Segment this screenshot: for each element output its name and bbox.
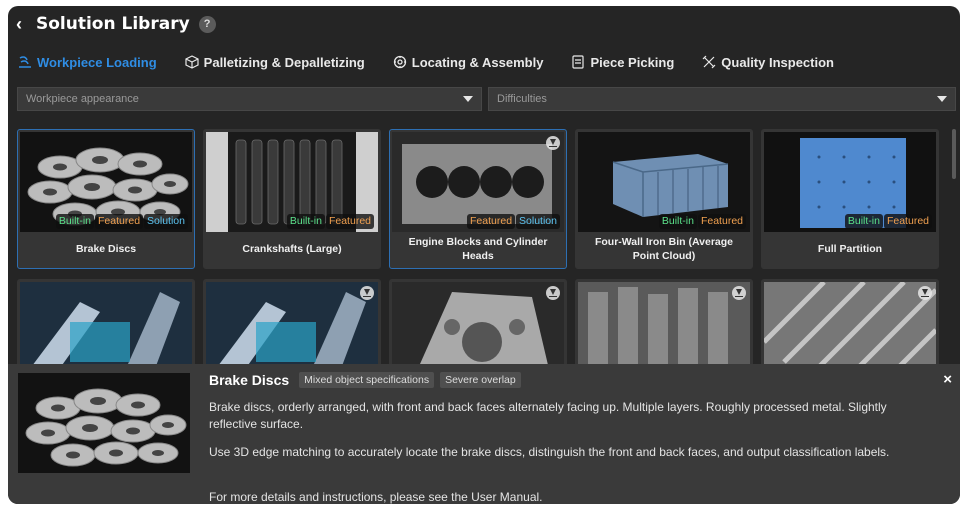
solution-card-brake-discs[interactable]: Built-in Featured Solution Brake Discs (17, 129, 195, 269)
tab-label: Piece Picking (590, 54, 675, 70)
detail-panel: Brake Discs Mixed object specifications … (8, 364, 960, 504)
badge-group: Built-in Featured (844, 214, 932, 229)
solution-badge: Solution (516, 214, 560, 229)
builtin-badge: Built-in (658, 214, 697, 229)
card-image (764, 282, 936, 364)
card-image: Built-in Featured Solution (20, 132, 192, 232)
close-button[interactable]: × (943, 371, 952, 388)
title-bar: ‹ Solution Library ? (8, 6, 960, 42)
solution-library-window: ‹ Solution Library ? Workpiece Loading P… (8, 6, 960, 504)
card-title: Four-Wall Iron Bin (Average Point Cloud) (594, 236, 734, 262)
grid-scrollbar[interactable] (952, 129, 956, 179)
card-image: Built-in Featured (206, 132, 378, 232)
detail-manual-note: For more details and instructions, pleas… (209, 490, 543, 504)
badge-group: Built-in Featured (286, 214, 374, 229)
tab-piece-picking[interactable]: Piece Picking (571, 55, 674, 70)
download-icon[interactable] (732, 286, 746, 300)
solution-card[interactable] (761, 279, 939, 364)
inspect-icon (702, 55, 716, 69)
builtin-badge: Built-in (286, 214, 325, 229)
tab-quality-inspection[interactable]: Quality Inspection (702, 55, 834, 70)
solution-card[interactable] (389, 279, 567, 364)
detail-thumbnail (18, 373, 190, 473)
builtin-badge: Built-in (55, 214, 95, 229)
difficulty-tag: Mixed object specifications (299, 372, 435, 388)
tab-workpiece-loading[interactable]: Workpiece Loading (18, 55, 157, 70)
box-icon (185, 55, 199, 69)
badge-group: Featured Solution (466, 214, 560, 229)
detail-solution-text: Use 3D edge matching to accurately locat… (209, 445, 890, 459)
card-title: Brake Discs (75, 243, 137, 256)
featured-badge: Featured (95, 214, 144, 229)
builtin-badge: Built-in (844, 214, 883, 229)
dropdown-arrow-icon (937, 96, 947, 102)
select-value: Workpiece appearance (26, 93, 139, 105)
detail-header: Brake Discs Mixed object specifications … (209, 372, 527, 388)
detail-description: Brake discs, orderly arranged, with fron… (209, 400, 887, 431)
solution-grid: Built-in Featured Solution Brake Discs B… (17, 129, 947, 364)
solution-card-engine-blocks[interactable]: Featured Solution Engine Blocks and Cyli… (389, 129, 567, 269)
download-icon[interactable] (546, 136, 560, 150)
card-title: Engine Blocks and Cylinder Heads (408, 236, 548, 262)
card-image (578, 282, 750, 364)
download-icon[interactable] (546, 286, 560, 300)
badge-group: Built-in Featured Solution (55, 214, 188, 229)
list-icon (572, 55, 585, 69)
tab-locating-assembly[interactable]: Locating & Assembly (393, 54, 544, 70)
download-icon[interactable] (360, 286, 374, 300)
card-title: Crankshafts (Large) (242, 243, 342, 256)
solution-card-full-partition[interactable]: Built-in Featured Full Partition (761, 129, 939, 269)
tab-label: Quality Inspection (721, 54, 834, 70)
gear-icon (393, 55, 406, 69)
select-value: Difficulties (497, 93, 547, 105)
featured-badge: Featured (883, 214, 932, 229)
solution-card-iron-bin[interactable]: Built-in Featured Four-Wall Iron Bin (Av… (575, 129, 753, 269)
card-image (392, 282, 564, 364)
workpiece-appearance-select[interactable]: Workpiece appearance (17, 87, 482, 111)
filter-bar: Workpiece appearance Difficulties (17, 87, 956, 111)
solution-badge: Solution (144, 214, 188, 229)
tab-label: Workpiece Loading (37, 54, 157, 70)
tab-label: Locating & Assembly (411, 54, 544, 70)
difficulties-select[interactable]: Difficulties (488, 87, 956, 111)
solution-card[interactable] (575, 279, 753, 364)
card-title: Full Partition (817, 243, 883, 256)
featured-badge: Featured (697, 214, 746, 229)
help-icon[interactable]: ? (198, 15, 216, 33)
page-title: Solution Library (36, 14, 190, 34)
solution-card-crankshafts[interactable]: Built-in Featured Crankshafts (Large) (203, 129, 381, 269)
badge-group: Built-in Featured (658, 214, 746, 229)
difficulty-tag: Severe overlap (440, 372, 521, 388)
loading-icon (19, 56, 31, 68)
card-image: Built-in Featured (578, 132, 750, 232)
card-image (206, 282, 378, 364)
dropdown-arrow-icon (463, 96, 473, 102)
tab-label: Palletizing & Depalletizing (203, 54, 365, 70)
download-icon[interactable] (918, 286, 932, 300)
featured-badge: Featured (467, 214, 516, 229)
solution-card[interactable] (17, 279, 195, 364)
featured-badge: Featured (325, 214, 374, 229)
back-button[interactable]: ‹ (16, 14, 34, 35)
solution-card[interactable] (203, 279, 381, 364)
card-image: Featured Solution (392, 132, 564, 232)
category-tabs: Workpiece Loading Palletizing & Depallet… (18, 50, 862, 74)
tab-palletizing[interactable]: Palletizing & Depalletizing (185, 55, 365, 70)
card-image (20, 282, 192, 364)
detail-title: Brake Discs (209, 372, 290, 388)
card-image: Built-in Featured (764, 132, 936, 232)
